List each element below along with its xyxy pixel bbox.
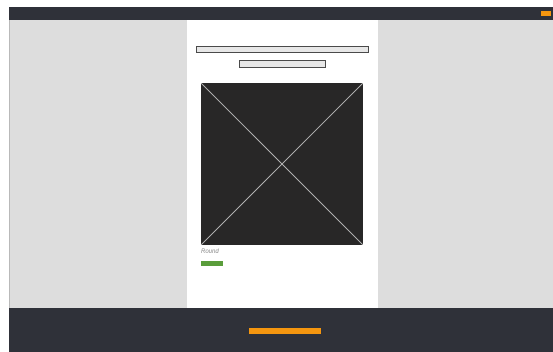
toolbar-accent-button[interactable] xyxy=(541,11,551,16)
top-toolbar xyxy=(9,7,553,20)
subtitle-placeholder[interactable] xyxy=(239,60,326,68)
bottom-accent-button[interactable] xyxy=(249,328,321,334)
design-editor-screen: Round xyxy=(0,0,553,352)
page-preview[interactable]: Round xyxy=(187,20,378,308)
title-placeholder[interactable] xyxy=(196,46,369,53)
image-placeholder-cross-icon xyxy=(201,83,363,245)
green-action-button[interactable] xyxy=(201,261,223,266)
image-placeholder[interactable] xyxy=(201,83,363,245)
bottom-panel xyxy=(9,308,553,352)
image-caption: Round xyxy=(201,249,219,255)
